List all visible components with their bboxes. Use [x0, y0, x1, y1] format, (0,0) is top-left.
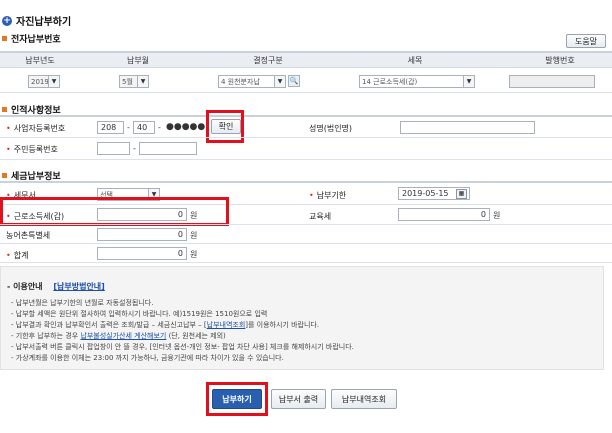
section-title-text: 전자납부번호 [11, 35, 61, 45]
notice-line: - 납부년월은 납부기한의 년월로 자동설정됩니다. [11, 299, 154, 307]
help-button[interactable]: 도움말 [566, 34, 606, 48]
chevron-down-icon: ▼ [463, 76, 474, 87]
notice-line: - 납부할 세액은 원단위 절사하여 입력하시기 바랍니다. 예)1519원은 … [11, 310, 268, 318]
penalty-calc-link[interactable]: 납부불성실가산세 계산해보기 [80, 332, 166, 340]
decision-select[interactable]: 4 원천분자납 ▼ [218, 75, 286, 88]
chevron-down-icon: ▼ [274, 76, 285, 87]
section-title-e-number: 전자납부번호 [2, 32, 61, 45]
divider [0, 92, 612, 93]
name-label: 성명(법인명) [309, 124, 353, 133]
bullet-icon [2, 36, 7, 41]
divider [0, 262, 612, 263]
due-label: • 납부기한 [309, 191, 347, 200]
notice-line-text: - 기한후 납부하는 경우 [11, 332, 81, 340]
search-icon[interactable]: 🔍 [288, 75, 300, 87]
divider [0, 159, 612, 160]
header-year: 납부년도 [25, 56, 55, 65]
tax-item-select[interactable]: 14 근로소득세(갑) ▼ [359, 75, 475, 88]
total-field[interactable]: 0 [97, 247, 187, 260]
notice-line-tail: ]를 이용하시기 바랍니다. [245, 321, 320, 329]
header-month: 납부월 [126, 56, 150, 65]
notice-line-text: - 납부결과 확인과 납부확인서 출력은 조회/발급 – 세금신고납부 – [ [11, 321, 207, 329]
guide-link[interactable]: [납부방법안내] [53, 282, 104, 291]
highlight-box [206, 110, 244, 143]
e-number-header-row: 납부년도 납부월 결정구분 세목 발행번호 [0, 51, 612, 68]
biz-label-text: 사업자등록번호 [13, 124, 66, 133]
notice-line: - 납부결과 확인과 납부확인서 출력은 조회/발급 – 세금신고납부 – [납… [11, 320, 354, 331]
name-field[interactable] [400, 121, 535, 134]
rrn-part1[interactable] [97, 142, 130, 155]
notice-list: - 납부년월은 납부기한의 년월로 자동설정됩니다. - 납부할 세액은 원단위… [11, 298, 354, 364]
biz-no-part2[interactable]: 40 [133, 121, 155, 134]
biz-no-part1[interactable]: 208 [97, 121, 124, 134]
header-decision: 결정구분 [253, 56, 283, 65]
divider [0, 137, 612, 138]
divider [0, 224, 612, 225]
header-issue-no: 발행번호 [545, 56, 575, 65]
highlight-box [206, 382, 268, 416]
dash: - [133, 144, 136, 153]
year-value: 2019 [31, 77, 49, 86]
rrn-label: • 주민등록번호 [6, 145, 58, 154]
edu-tax-field[interactable]: 0 [398, 208, 490, 221]
page-title-text: 자진납부하기 [16, 17, 72, 28]
rrn-label-text: 주민등록번호 [13, 145, 58, 154]
payment-history-button[interactable]: 납부내역조회 [331, 389, 397, 409]
due-label-text: 납부기한 [316, 191, 347, 200]
notice-line: - 가상계좌를 이용한 이체는 23:00 까지 가능하나, 금융기관에 따라 … [11, 354, 284, 362]
issue-no-field[interactable] [509, 75, 595, 88]
notice-box: - 이용안내 [납부방법안내] - 납부년월은 납부기한의 년월로 자동설정됩니… [0, 266, 604, 370]
rural-tax-field[interactable]: 0 [97, 228, 187, 241]
notice-title-text: - 이용안내 [7, 282, 43, 291]
notice-title: - 이용안내 [납부방법안내] [7, 281, 105, 292]
rural-unit: 원 [190, 231, 198, 240]
tax-item-value: 14 근로소득세(갑) [362, 77, 418, 86]
total-label: • 합계 [6, 251, 29, 260]
page-title: + 자진납부하기 [2, 13, 71, 28]
biz-label: • 사업자등록번호 [6, 124, 66, 133]
bullet-icon [2, 173, 7, 178]
due-date-value: 2019-05-15 [402, 189, 449, 198]
edu-tax-label: 교육세 [309, 212, 332, 221]
rural-tax-label: 농어촌특별세 [6, 231, 51, 240]
history-link[interactable]: 납부내역조회 [207, 321, 246, 329]
notice-line-tail: (단, 원천세는 제외) [166, 332, 226, 340]
notice-line: - 납부서출력 버튼 클릭시 팝업창이 안 뜰 경우, [인터넷 옵션-개인 정… [11, 343, 354, 351]
month-value: 5월 [122, 77, 133, 86]
chevron-down-icon: ▼ [48, 76, 59, 87]
dash: - [158, 123, 161, 132]
highlight-box [0, 197, 229, 226]
chevron-down-icon: ▼ [137, 76, 148, 87]
plus-circle-icon: + [2, 15, 12, 26]
total-unit: 원 [190, 250, 198, 259]
divider [0, 243, 612, 244]
decision-value: 4 원천분자납 [221, 77, 260, 86]
bullet-icon [2, 107, 7, 112]
rrn-part2[interactable] [139, 142, 197, 155]
notice-line: - 기한후 납부하는 경우 납부불성실가산세 계산해보기 (단, 원천세는 제외… [11, 331, 354, 342]
year-select[interactable]: 2019 ▼ [28, 75, 60, 88]
print-bill-button[interactable]: 납부서 출력 [271, 389, 326, 409]
header-tax-item: 세목 [407, 56, 423, 65]
calendar-icon[interactable]: ▦ [456, 189, 467, 199]
divider [0, 115, 612, 117]
dash: - [127, 123, 130, 132]
total-label-text: 합계 [13, 251, 29, 260]
month-select[interactable]: 5월 ▼ [119, 75, 149, 88]
divider [0, 181, 612, 183]
biz-no-masked: ●●●●● [166, 122, 206, 132]
edu-unit: 원 [493, 211, 501, 220]
